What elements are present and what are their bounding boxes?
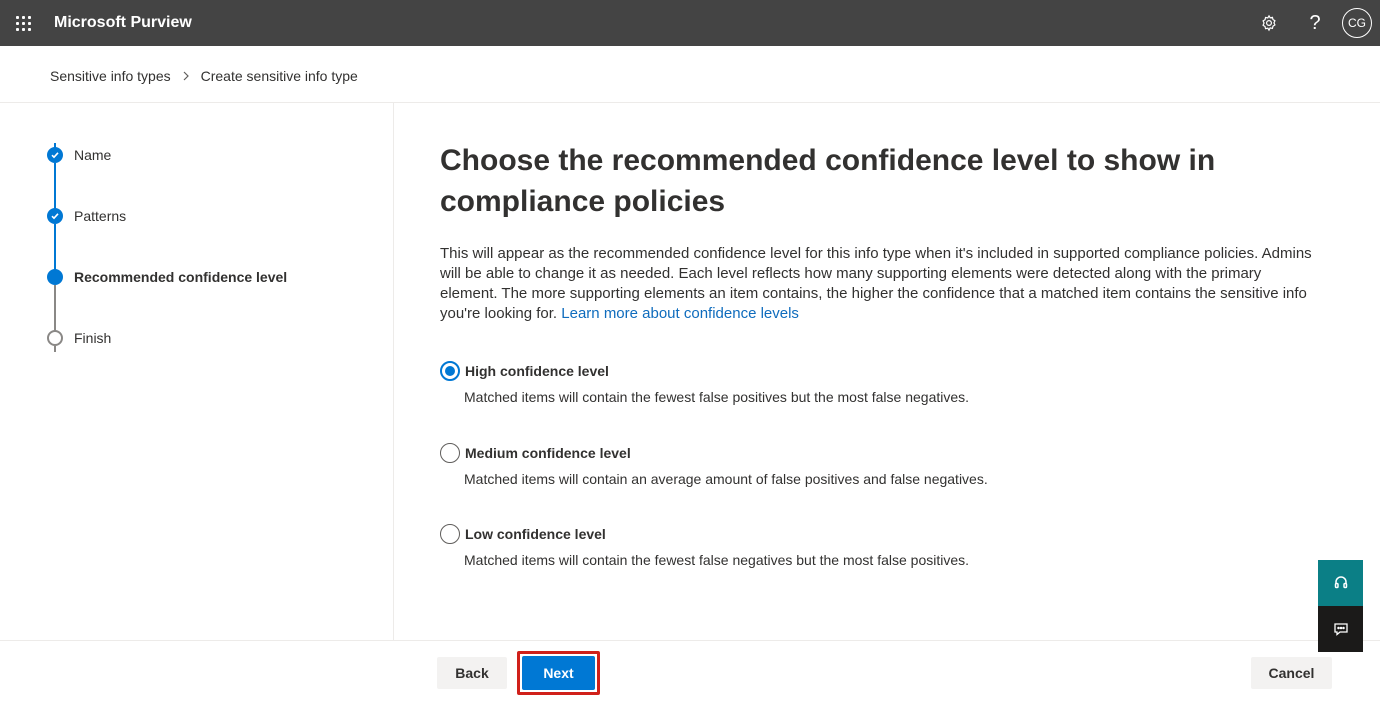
chevron-right-icon (181, 71, 191, 81)
option-high-confidence[interactable]: High confidence level Matched items will… (440, 361, 1140, 405)
option-low-confidence[interactable]: Low confidence level Matched items will … (440, 524, 1140, 568)
step-label: Name (74, 147, 112, 163)
learn-more-link[interactable]: Learn more about confidence levels (561, 305, 799, 322)
option-medium-confidence[interactable]: Medium confidence level Matched items wi… (440, 443, 1140, 487)
help-icon[interactable]: ? (1292, 0, 1338, 46)
breadcrumb-item-current: Create sensitive info type (200, 68, 358, 84)
checkmark-icon (47, 208, 63, 224)
page-title: Choose the recommended confidence level … (440, 144, 1216, 218)
back-button[interactable]: Back (437, 657, 507, 689)
step-patterns: Patterns (47, 208, 126, 224)
headset-icon[interactable] (1318, 560, 1363, 606)
step-label: Finish (74, 330, 112, 346)
option-title: Medium confidence level (465, 445, 631, 461)
app-title: Microsoft Purview (54, 14, 192, 31)
step-connector (54, 224, 56, 270)
radio-selected-icon[interactable] (440, 361, 460, 381)
gear-icon[interactable] (1246, 0, 1292, 46)
page-description: This will appear as the recommended conf… (440, 244, 1320, 324)
step-finish: Finish (47, 330, 111, 346)
step-label: Recommended confidence level (74, 269, 288, 285)
next-button[interactable]: Next (522, 656, 595, 690)
breadcrumb: Sensitive info types Create sensitive in… (50, 66, 358, 86)
avatar[interactable]: CG (1342, 8, 1372, 38)
step-recommended-confidence-level: Recommended confidence level (47, 269, 287, 285)
footer-divider (0, 640, 1380, 641)
current-step-dot-icon (47, 269, 63, 285)
top-bar: Microsoft Purview ? CG (0, 0, 1380, 46)
empty-step-circle-icon (47, 330, 63, 346)
step-connector (54, 346, 56, 352)
wizard-steps-panel (0, 103, 394, 640)
option-description: Matched items will contain the fewest fa… (464, 552, 970, 568)
feedback-icon[interactable] (1318, 606, 1363, 652)
radio-unselected-icon[interactable] (440, 443, 460, 463)
option-description: Matched items will contain the fewest fa… (464, 389, 970, 405)
step-name: Name (47, 147, 111, 163)
step-connector (54, 163, 56, 209)
breadcrumb-item-sensitive-info-types[interactable]: Sensitive info types (50, 68, 171, 84)
app-launcher-icon[interactable] (0, 0, 46, 46)
option-title: Low confidence level (465, 526, 606, 542)
radio-unselected-icon[interactable] (440, 524, 460, 544)
main-content: Choose the recommended confidence level … (440, 140, 1320, 324)
step-connector (54, 285, 56, 331)
step-label: Patterns (74, 208, 127, 224)
cancel-button[interactable]: Cancel (1251, 657, 1332, 689)
checkmark-icon (47, 147, 63, 163)
option-description: Matched items will contain an average am… (464, 471, 988, 487)
option-title: High confidence level (465, 363, 609, 379)
